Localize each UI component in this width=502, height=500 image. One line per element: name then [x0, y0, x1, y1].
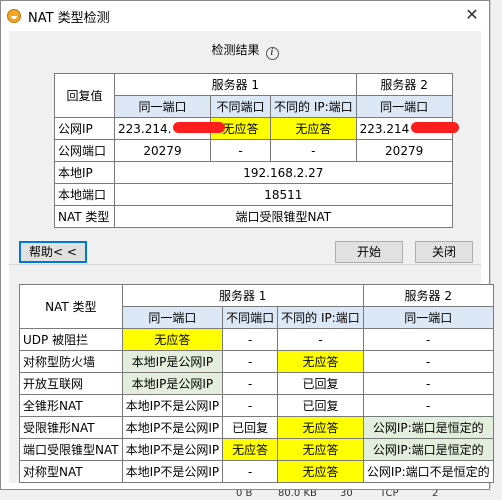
ref-cell: 无应答 [121, 328, 224, 351]
ref-cell: - [362, 372, 494, 395]
ref-row-name: 对称型NAT [19, 460, 123, 483]
public-port-server1: 20279 [114, 139, 211, 162]
info-icon[interactable]: i [265, 47, 279, 60]
ref-header-server-2: 服务器 2 [362, 284, 494, 307]
ref-row-name: 受限锥形NAT [19, 416, 123, 439]
ref-cell: - [277, 328, 364, 351]
public-ip-diff-ipport: 无应答 [270, 117, 357, 140]
ref-row-name: 端口受限锥型NAT [19, 438, 123, 461]
ref-cell: - [222, 394, 279, 417]
ref-cell: 无应答 [277, 350, 364, 373]
ref-subheader-same-port: 同一端口 [121, 306, 224, 329]
ref-cell: 本地IP不是公网IP [121, 438, 224, 461]
table-row: 受限锥形NAT 本地IP不是公网IP 已回复 无应答 公网IP:端口是恒定的 [19, 416, 494, 439]
ref-cell: 本地IP不是公网IP [121, 416, 224, 439]
app-icon [7, 9, 21, 23]
ref-cell: 公网IP:端口是恒定的 [362, 416, 494, 439]
ref-cell: 公网IP:端口是恒定的 [362, 438, 494, 461]
nat-reference-table: NAT 类型 服务器 1 服务器 2 同一端口 不同端口 不同的 IP:端口 同… [19, 284, 494, 483]
ref-cell: 公网IP:端口不是恒定的 [362, 460, 494, 483]
ref-cell: 本地IP不是公网IP [121, 394, 224, 417]
ref-row-name: 全锥形NAT [19, 394, 123, 417]
redaction-mark [173, 122, 225, 133]
subheader-diff-port: 不同端口 [210, 95, 271, 118]
table-row: 对称型NAT 本地IP不是公网IP - 无应答 公网IP:端口不是恒定的 [19, 460, 494, 483]
public-ip-server1-text: 223.214. [118, 121, 172, 136]
ref-cell: 已回复 [277, 394, 364, 417]
local-ip-value: 192.168.2.27 [114, 161, 453, 184]
header-server-1: 服务器 1 [114, 73, 357, 96]
ref-subheader-diff-port: 不同端口 [222, 306, 279, 329]
result-panel: 检测结果 i 回复值 服务器 1 服务器 2 同一端口 不同端口 不同的 IP:端… [9, 31, 481, 265]
ref-cell: 本地IP不是公网IP [121, 460, 224, 483]
public-port-diff-port: - [210, 139, 271, 162]
ref-cell: 无应答 [277, 438, 364, 461]
row-label-local-ip: 本地IP [54, 161, 115, 184]
ref-cell: - [362, 328, 494, 351]
ref-cell: - [222, 328, 279, 351]
table-row: 开放互联网 本地IP是公网IP - 已回复 - [19, 372, 494, 395]
ref-cell: - [222, 372, 279, 395]
table-row: UDP 被阻拦 无应答 - - - [19, 328, 494, 351]
ref-cell: - [362, 350, 494, 373]
table-row: 全锥形NAT 本地IP不是公网IP - 已回复 - [19, 394, 494, 417]
public-port-server2: 20279 [355, 139, 453, 162]
ref-subheader-diff-ipport: 不同的 IP:端口 [277, 306, 364, 329]
start-button[interactable]: 开始 [335, 241, 403, 263]
header-reply-value: 回复值 [54, 73, 115, 118]
nat-type-value: 端口受限锥型NAT [114, 205, 453, 228]
ref-header-server-1: 服务器 1 [121, 284, 364, 307]
dialog-body: 检测结果 i 回复值 服务器 1 服务器 2 同一端口 不同端口 不同的 IP:端… [9, 31, 494, 483]
ref-cell: 已回复 [222, 416, 279, 439]
subheader-same-port: 同一端口 [114, 95, 211, 118]
row-label-local-port: 本地端口 [54, 183, 115, 206]
ref-cell: 已回复 [277, 372, 364, 395]
table-row: 端口受限锥型NAT 本地IP不是公网IP 无应答 无应答 公网IP:端口是恒定的 [19, 438, 494, 461]
result-label: 检测结果 [211, 43, 260, 57]
row-label-public-ip: 公网IP [54, 117, 115, 140]
window-title: NAT 类型检测 [28, 10, 110, 26]
header-server-2: 服务器 2 [355, 73, 453, 96]
public-port-diff-ipport: - [270, 139, 357, 162]
subheader-diff-ipport: 不同的 IP:端口 [270, 95, 357, 118]
ref-row-name: 对称型防火墙 [19, 350, 123, 373]
title-bar[interactable]: NAT 类型检测 ✕ [1, 1, 489, 31]
ref-cell: 本地IP是公网IP [121, 350, 224, 373]
ref-header-nat-type: NAT 类型 [19, 284, 123, 329]
subheader-same-port-2: 同一端口 [355, 95, 453, 118]
result-heading: 检测结果 i [9, 41, 481, 60]
local-port-value: 18511 [114, 183, 453, 206]
close-button[interactable]: 关闭 [415, 241, 473, 263]
help-button[interactable]: 帮助< < [19, 241, 87, 263]
close-icon[interactable]: ✕ [463, 6, 481, 24]
ref-cell: 无应答 [222, 438, 279, 461]
ref-cell: 本地IP是公网IP [121, 372, 224, 395]
nat-detection-window: NAT 类型检测 ✕ 检测结果 i 回复值 服务器 1 服务器 2 同一端口 不同… [0, 0, 494, 490]
public-ip-server2-text: 223.214 [359, 121, 410, 136]
ref-row-name: 开放互联网 [19, 372, 123, 395]
ref-cell: 无应答 [277, 460, 364, 483]
ref-cell: - [362, 394, 494, 417]
result-table: 回复值 服务器 1 服务器 2 同一端口 不同端口 不同的 IP:端口 同一端口… [54, 73, 453, 228]
table-row: 对称型防火墙 本地IP是公网IP - 无应答 - [19, 350, 494, 373]
ref-subheader-same-port-2: 同一端口 [362, 306, 494, 329]
redaction-mark [411, 122, 459, 133]
ref-cell: 无应答 [277, 416, 364, 439]
row-label-public-port: 公网端口 [54, 139, 115, 162]
row-label-nat-type: NAT 类型 [54, 205, 115, 228]
ref-cell: - [222, 350, 279, 373]
ref-cell: - [222, 460, 279, 483]
ref-row-name: UDP 被阻拦 [19, 328, 123, 351]
